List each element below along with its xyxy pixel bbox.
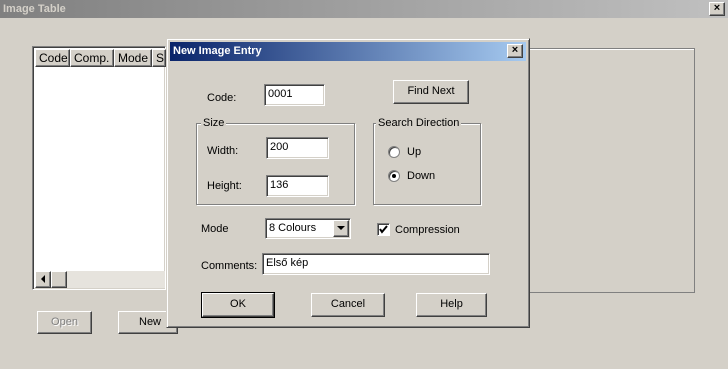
horizontal-scrollbar[interactable] xyxy=(35,271,165,288)
size-group-label: Size xyxy=(201,117,227,129)
ok-button[interactable]: OK xyxy=(201,292,275,318)
close-icon: × xyxy=(713,2,721,14)
mode-value: 8 Colours xyxy=(269,222,317,234)
height-label: Height: xyxy=(207,180,242,192)
radio-down[interactable] xyxy=(388,170,400,182)
radio-selected-dot xyxy=(392,174,396,178)
dialog-close-button[interactable]: × xyxy=(507,44,523,58)
column-header-size[interactable]: S xyxy=(152,49,166,67)
search-direction-group xyxy=(373,123,481,205)
width-input[interactable]: 200 xyxy=(266,137,329,159)
main-titlebar: Image Table xyxy=(0,0,728,18)
mode-label: Mode xyxy=(201,223,229,235)
chevron-down-icon xyxy=(337,226,345,230)
dialog-titlebar: New Image Entry xyxy=(170,42,526,61)
mode-select[interactable]: 8 Colours xyxy=(265,218,351,239)
open-button[interactable]: Open xyxy=(37,311,92,334)
compression-checkbox[interactable] xyxy=(377,223,390,236)
new-image-entry-dialog: New Image Entry × Code: 0001 Find Next S… xyxy=(166,38,530,328)
scroll-left-icon xyxy=(41,275,45,283)
help-button[interactable]: Help xyxy=(416,293,487,317)
width-label: Width: xyxy=(207,145,239,157)
column-header-comp[interactable]: Comp. xyxy=(70,49,114,67)
find-next-button[interactable]: Find Next xyxy=(393,80,469,104)
close-icon: × xyxy=(511,44,519,56)
main-close-button[interactable]: × xyxy=(709,2,725,16)
code-label: Code: xyxy=(207,92,237,104)
column-header-code[interactable]: Code xyxy=(35,49,70,67)
preview-panel xyxy=(528,48,695,293)
scroll-thumb[interactable] xyxy=(51,271,67,288)
dialog-title: New Image Entry xyxy=(173,45,262,57)
radio-up-label: Up xyxy=(407,146,422,158)
code-input[interactable]: 0001 xyxy=(264,84,325,106)
cancel-button[interactable]: Cancel xyxy=(311,293,385,317)
main-window-title: Image Table xyxy=(3,3,66,15)
column-header-mode[interactable]: Mode xyxy=(114,49,152,67)
mode-dropdown-button[interactable] xyxy=(333,220,349,237)
checkmark-icon xyxy=(379,225,388,234)
height-input[interactable]: 136 xyxy=(266,175,329,197)
compression-label: Compression xyxy=(395,224,460,236)
comments-input[interactable]: Első kép xyxy=(262,253,490,275)
image-listview[interactable]: Code Comp. Mode S xyxy=(32,46,166,290)
radio-up[interactable] xyxy=(388,146,400,158)
search-direction-label: Search Direction xyxy=(376,117,462,129)
scroll-left-button[interactable] xyxy=(35,271,51,288)
comments-label: Comments: xyxy=(201,260,258,272)
radio-down-label: Down xyxy=(407,170,436,182)
